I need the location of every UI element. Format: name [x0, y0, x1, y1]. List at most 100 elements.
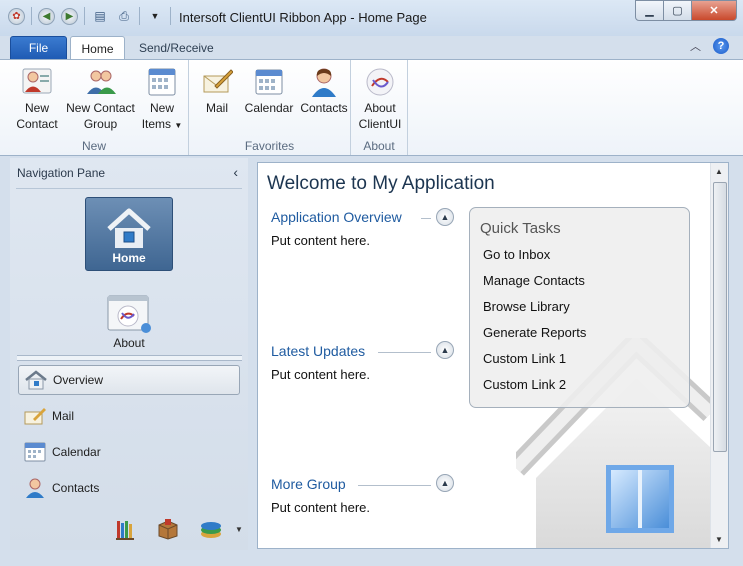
section-body: Put content here. [271, 233, 371, 248]
mail-icon [203, 69, 233, 93]
minimize-button[interactable]: ▁ [635, 0, 664, 21]
nav-item-label: Calendar [52, 445, 101, 459]
section-divider [421, 218, 431, 219]
quick-link-manage-contacts[interactable]: Manage Contacts [483, 273, 585, 288]
calendar-small-icon [24, 442, 46, 462]
new-contact-icon [22, 68, 52, 94]
new-contact-group-label-1: New Contact [66, 101, 135, 115]
nav-item-label: Overview [53, 373, 104, 387]
dropdown-arrow-icon: ▼ [174, 121, 183, 130]
quick-link-custom-1[interactable]: Custom Link 1 [483, 351, 566, 366]
vertical-scrollbar[interactable]: ▲ ▼ [710, 163, 728, 548]
about-clientui-label-1: About [364, 101, 396, 115]
nav-about-tile[interactable]: About [90, 288, 168, 350]
minimize-ribbon-icon[interactable]: ︿ [690, 38, 701, 54]
collapse-section-icon[interactable]: ▲ [436, 208, 454, 226]
section-divider [358, 485, 431, 486]
main-content: Welcome to My Application Application Ov… [257, 162, 729, 549]
scrollbar-thumb[interactable] [713, 182, 727, 452]
window-controls: ▁ ▢ ✕ [635, 0, 737, 21]
tab-home[interactable]: Home [70, 36, 125, 60]
nav-item-contacts[interactable]: Contacts [18, 473, 240, 503]
about-clientui-button[interactable]: About ClientUI [355, 66, 405, 132]
pane-splitter[interactable] [17, 355, 242, 361]
ribbon-tabs: File Home Send/Receive ︿ ? [0, 36, 743, 60]
nav-overflow-dropdown-icon[interactable]: ▼ [235, 525, 243, 534]
contacts-icon [312, 68, 336, 97]
print-icon[interactable]: ⎙ [115, 7, 133, 25]
quick-link-generate-reports[interactable]: Generate Reports [483, 325, 586, 340]
section-body: Put content here. [271, 367, 371, 382]
ribbon-help-area: ︿ ? [690, 38, 729, 54]
nav-item-label: Contacts [52, 481, 100, 495]
scroll-up-icon[interactable]: ▲ [715, 167, 723, 176]
tab-send-receive[interactable]: Send/Receive [139, 41, 214, 55]
calendar-icon [255, 69, 283, 95]
ribbon-group-new: New Contact New Contact Group New Items … [0, 60, 189, 155]
toolbar-separator [139, 7, 140, 25]
contacts-label: Contacts [300, 101, 348, 115]
nav-overflow-icons: ▼ [115, 518, 243, 540]
calendar-button[interactable]: Calendar [245, 66, 293, 116]
ribbon-group-about: About ClientUI About [351, 60, 408, 155]
maximize-button[interactable]: ▢ [663, 0, 692, 21]
nav-item-label: Mail [52, 409, 75, 423]
contacts-button[interactable]: Contacts [299, 66, 349, 116]
mail-button[interactable]: Mail [199, 66, 235, 116]
library-icon[interactable] [115, 518, 137, 540]
quick-tasks-panel: Quick Tasks Go to Inbox Manage Contacts … [469, 207, 690, 408]
app-window: ✿ ◀ ▶ ▤ ⎙ ▼ Intersoft ClientUI Ribbon Ap… [0, 0, 743, 566]
contact-group-icon [86, 70, 116, 94]
section-divider [378, 352, 431, 353]
navigation-pane: Navigation Pane ‹ Home About Overview Ma… [10, 158, 248, 550]
nav-item-mail[interactable]: Mail [18, 401, 240, 431]
app-logo-icon[interactable]: ✿ [8, 7, 25, 25]
new-items-button[interactable]: New Items ▼ [138, 66, 186, 134]
nav-item-calendar[interactable]: Calendar [18, 437, 240, 467]
quick-link-browse-library[interactable]: Browse Library [483, 299, 570, 314]
forward-icon[interactable]: ▶ [61, 7, 78, 25]
quick-link-custom-2[interactable]: Custom Link 2 [483, 377, 566, 392]
tab-file[interactable]: File [10, 36, 67, 60]
new-items-label-1: New [149, 101, 174, 115]
package-icon[interactable] [157, 518, 179, 540]
collapse-section-icon[interactable]: ▲ [436, 474, 454, 492]
divider [16, 188, 242, 189]
nav-item-overview[interactable]: Overview [18, 365, 240, 395]
section-title-updates: Latest Updates [271, 343, 366, 359]
new-items-text: Items [141, 117, 172, 131]
nav-home-label: Home [112, 251, 146, 265]
quick-access-toolbar: ✿ ◀ ▶ ▤ ⎙ ▼ [8, 7, 171, 25]
new-contact-label-1: New [24, 101, 49, 115]
ribbon-group-favorites: Mail Calendar Contacts Favorites [189, 60, 351, 155]
about-clientui-label-2: ClientUI [358, 117, 402, 131]
section-title-more-group: More Group [271, 476, 346, 492]
help-icon[interactable]: ? [713, 38, 729, 54]
customize-toolbar-dropdown-icon[interactable]: ▼ [146, 7, 164, 25]
calendar-label: Calendar [244, 101, 294, 115]
clientui-logo-icon [366, 68, 394, 96]
collapse-pane-icon[interactable]: ‹ [233, 164, 238, 180]
contacts-small-icon [26, 478, 44, 498]
quick-link-inbox[interactable]: Go to Inbox [483, 247, 550, 262]
about-icon [107, 295, 151, 333]
mail-label: Mail [205, 101, 228, 115]
back-icon[interactable]: ◀ [38, 7, 55, 25]
nav-home-tile[interactable]: Home [85, 197, 173, 271]
toolbar-separator [170, 7, 171, 25]
new-contact-label-2: Contact [16, 117, 58, 131]
group-label-favorites: Favorites [244, 139, 295, 153]
scroll-down-icon[interactable]: ▼ [715, 535, 723, 544]
new-contact-button[interactable]: New Contact [12, 66, 62, 132]
toolbar-separator [84, 7, 85, 25]
section-title-overview: Application Overview [271, 209, 402, 225]
reports-icon[interactable] [199, 518, 223, 540]
quick-tasks-title: Quick Tasks [480, 220, 561, 237]
new-contact-group-button[interactable]: New Contact Group [63, 66, 138, 132]
new-contact-group-label-2: Group [83, 117, 118, 131]
close-button[interactable]: ✕ [691, 0, 737, 21]
section-body: Put content here. [271, 500, 371, 515]
collapse-section-icon[interactable]: ▲ [436, 341, 454, 359]
window-title: Intersoft ClientUI Ribbon App - Home Pag… [179, 10, 427, 25]
print-preview-icon[interactable]: ▤ [91, 7, 109, 25]
